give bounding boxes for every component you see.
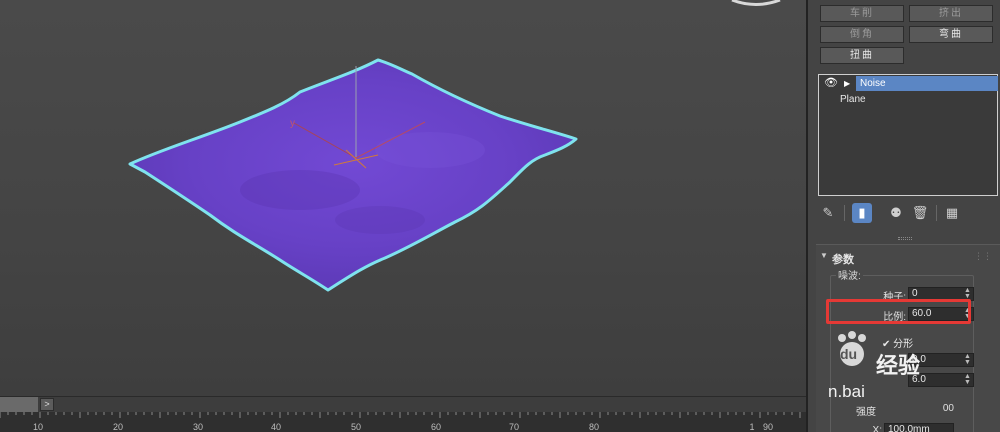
time-slider-thumb[interactable] [0, 397, 38, 412]
seed-value: 0 [912, 288, 918, 299]
stack-item-label: Noise [856, 76, 998, 91]
rollout-options-icon[interactable]: ⋮⋮ [974, 251, 992, 262]
watermark-logo-text: du [840, 346, 858, 362]
mesh-shading [375, 132, 485, 168]
ruler-label: 60 [431, 422, 441, 432]
mesh-shading [240, 170, 360, 210]
panel-resize-grip[interactable] [898, 237, 912, 240]
next-frame-button[interactable]: > [40, 398, 54, 411]
stack-item-plane[interactable]: Plane [820, 92, 996, 107]
lathe-button[interactable]: 车削 [820, 5, 904, 22]
viewcube-edge[interactable] [731, 0, 781, 6]
ruler-label: 80 [589, 422, 599, 432]
track-ruler: 10 20 30 40 50 60 70 80 1 90 [0, 412, 801, 432]
ruler-label: 50 [351, 422, 361, 432]
perspective-viewport[interactable]: y [0, 0, 806, 396]
x-strength-spinner[interactable]: 100.0mm [884, 423, 954, 432]
x-strength-label: X: [872, 425, 882, 432]
trash-icon[interactable]: 🗑 [910, 203, 930, 223]
expand-arrow-icon[interactable]: ▶ [844, 76, 850, 91]
modifier-stack[interactable]: 👁 ▶ Noise Plane [818, 74, 998, 196]
configure-sets-icon[interactable]: ▦ [942, 203, 962, 223]
stack-item-label: Plane [840, 94, 866, 105]
show-end-result-icon[interactable]: ▮ [852, 203, 872, 223]
noise-plane-mesh[interactable] [128, 58, 578, 292]
track-bar[interactable]: 10 20 30 40 50 60 70 80 1 90 [0, 412, 806, 432]
extrude-button[interactable]: 挤出 [909, 5, 993, 22]
ruler-label: 10 [33, 422, 43, 432]
ruler-label: 70 [509, 422, 519, 432]
mesh-shading [335, 206, 425, 234]
watermark-url: n.bai [828, 382, 865, 401]
scale-highlight-box [826, 299, 971, 324]
group-label: 噪波: [836, 267, 863, 282]
max-ui: y > 10 20 30 40 50 60 70 80 1 90 车削 挤出 倒角 弯曲 扭曲 👁… [0, 0, 1000, 432]
viewport-scene: y [128, 0, 781, 292]
bend-button[interactable]: 弯曲 [909, 26, 993, 43]
toolbar-separator [936, 205, 937, 221]
stack-item-noise[interactable]: 👁 ▶ Noise [820, 76, 998, 91]
x-strength-value: 100.0mm [888, 424, 930, 432]
ruler-label: 20 [113, 422, 123, 432]
gizmo-y-label: y [290, 118, 295, 129]
watermark-brand: 经验 [876, 353, 921, 378]
make-unique-icon[interactable]: ⚉ [886, 203, 906, 223]
twist-button[interactable]: 扭曲 [820, 47, 904, 64]
collapse-arrow-icon[interactable]: ▼ [820, 251, 828, 260]
ruler-label: 40 [271, 422, 281, 432]
ruler-label: 30 [193, 422, 203, 432]
eye-icon[interactable]: 👁 [824, 76, 838, 91]
toolbar-separator [844, 205, 845, 221]
time-slider-bar[interactable]: > [0, 396, 806, 412]
ruler-label: 90 [763, 422, 773, 432]
chamfer-button[interactable]: 倒角 [820, 26, 904, 43]
baidu-watermark: du 经验 n.bai [828, 326, 1000, 406]
pin-stack-icon[interactable]: ✎ [818, 203, 838, 223]
rollout-title[interactable]: 参数 [832, 251, 854, 267]
ruler-label: 1 [749, 422, 754, 432]
